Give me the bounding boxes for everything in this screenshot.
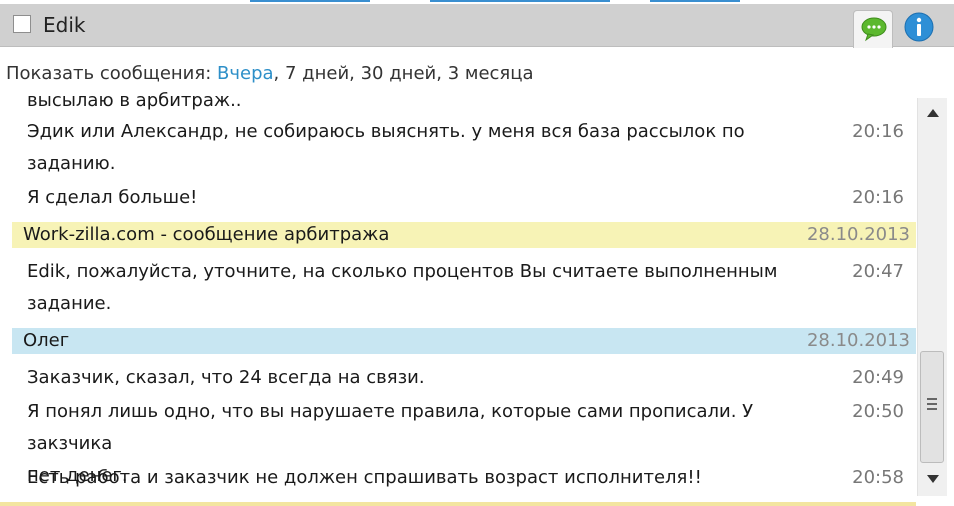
top-strip-segment (430, 0, 610, 2)
arrow-down-icon[interactable] (926, 474, 940, 484)
arrow-up-icon[interactable] (926, 108, 940, 118)
message-filter: Показать сообщения: Вчера, 7 дней, 30 дн… (6, 60, 534, 88)
top-strip-segment (650, 0, 740, 2)
thumb-grip (927, 408, 937, 410)
sender-header-arbitration: Work-zilla.com - сообщение арбитража 28.… (12, 222, 916, 248)
message-text: высылаю в арбитраж.. (27, 90, 242, 111)
message-text: Заказчик, сказал, что 24 всегда на связи… (27, 367, 425, 388)
message-time: 20:16 (852, 121, 904, 142)
select-checkbox[interactable] (13, 15, 31, 33)
sender-date: 28.10.2013 (806, 224, 910, 245)
message-text: Я сделал больше! (27, 187, 198, 208)
filter-separator: , (436, 63, 448, 84)
vertical-scrollbar[interactable] (917, 98, 947, 496)
message-text: Эдик или Александр, не собираюсь выяснят… (27, 121, 745, 174)
filter-separator: , (273, 63, 285, 84)
top-strip-segment (250, 0, 370, 2)
chat-title: Edik (43, 13, 86, 37)
filter-yesterday-link[interactable]: Вчера (217, 63, 274, 84)
message-list: высылаю в арбитраж.. Эдик или Александр,… (6, 88, 916, 496)
message-text: Edik, пожалуйста, уточните, на сколько п… (27, 261, 778, 314)
thumb-grip (927, 403, 937, 405)
thumb-grip (927, 398, 937, 400)
message-time: 20:50 (852, 401, 904, 422)
bottom-edge (0, 496, 916, 506)
chat-tab[interactable] (853, 10, 893, 48)
sender-name: Олег (23, 330, 70, 351)
sender-date: 28.10.2013 (806, 330, 910, 351)
chat-bubble-icon (861, 17, 887, 42)
message-time: 20:58 (852, 467, 904, 488)
info-icon[interactable] (903, 11, 935, 43)
message-time: 20:49 (852, 367, 904, 388)
sender-header-user: Олег 28.10.2013 (12, 328, 916, 354)
message-time: 20:16 (852, 187, 904, 208)
filter-7-days-link[interactable]: 7 дней (285, 63, 349, 84)
scrollbar-thumb[interactable] (920, 351, 944, 463)
filter-30-days-link[interactable]: 30 дней (361, 63, 437, 84)
message-text: Есть работа и заказчик не должен спрашив… (27, 467, 702, 488)
filter-label: Показать сообщения: (6, 63, 212, 84)
filter-separator: , (349, 63, 361, 84)
sender-name: Work-zilla.com - сообщение арбитража (23, 224, 390, 245)
message-time: 20:47 (852, 261, 904, 282)
next-sender-header-edge (0, 502, 916, 506)
chat-header: Edik (0, 4, 954, 48)
filter-3-months-link[interactable]: 3 месяца (448, 63, 534, 84)
